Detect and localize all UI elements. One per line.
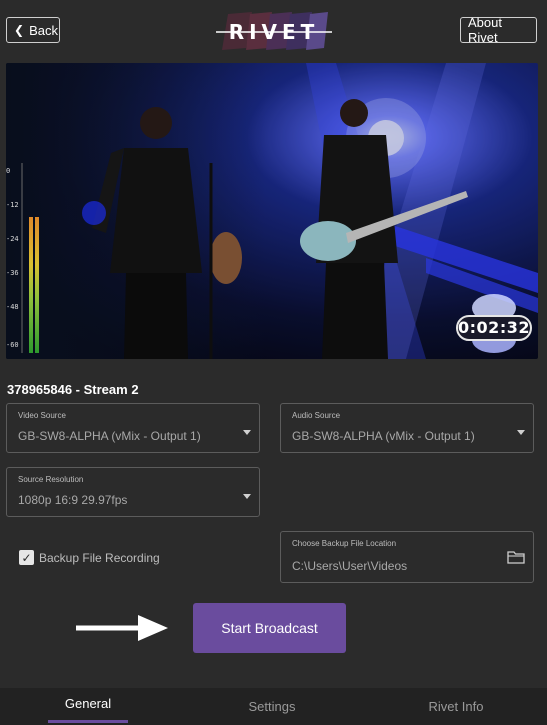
chevron-left-icon: ❮ [14, 23, 25, 37]
source-resolution-value: 1080p 16:9 29.97fps [18, 493, 128, 507]
audio-source-select[interactable]: Audio Source GB-SW8-ALPHA (vMix - Output… [280, 403, 534, 453]
back-button-label: Back [29, 22, 58, 38]
video-source-label: Video Source [18, 411, 66, 420]
caret-down-icon [243, 494, 251, 499]
backup-location-value: C:\Users\User\Videos [292, 559, 408, 573]
source-resolution-label: Source Resolution [18, 475, 84, 484]
tab-settings[interactable]: Settings [232, 688, 312, 725]
video-source-select[interactable]: Video Source GB-SW8-ALPHA (vMix - Output… [6, 403, 260, 453]
tab-general[interactable]: General [48, 685, 128, 722]
backup-recording-checkbox-row[interactable]: ✓ Backup File Recording [19, 550, 160, 565]
about-rivet-label: About Rivet [468, 15, 502, 45]
video-preview: 0 -12 -24 -36 -48 -60 0:02:32 [6, 63, 538, 359]
tab-rivet-info[interactable]: Rivet Info [416, 688, 496, 725]
audio-source-value: GB-SW8-ALPHA (vMix - Output 1) [292, 429, 475, 443]
active-tab-indicator [48, 720, 128, 723]
about-rivet-button[interactable]: About Rivet [460, 15, 537, 45]
top-bar: ❮ Back RIVET About Rivet [0, 0, 547, 60]
backup-location-field[interactable]: Choose Backup File Location C:\Users\Use… [280, 531, 534, 583]
caret-down-icon [243, 430, 251, 435]
meter-bars [21, 163, 39, 353]
start-broadcast-button[interactable]: Start Broadcast [193, 603, 346, 653]
video-source-value: GB-SW8-ALPHA (vMix - Output 1) [18, 429, 201, 443]
rivet-logo: RIVET [216, 12, 332, 50]
audio-source-label: Audio Source [292, 411, 341, 420]
arrow-right-icon [76, 615, 168, 641]
broadcast-timer: 0:02:32 [454, 292, 534, 356]
caret-down-icon [517, 430, 525, 435]
stream-title: 378965846 - Stream 2 [7, 382, 139, 397]
backup-recording-checkbox[interactable]: ✓ [19, 550, 34, 565]
timer-text: 0:02:32 [458, 318, 530, 337]
source-resolution-select[interactable]: Source Resolution 1080p 16:9 29.97fps [6, 467, 260, 517]
folder-icon[interactable] [507, 550, 525, 564]
back-button[interactable]: ❮ Back [6, 17, 60, 43]
backup-location-label: Choose Backup File Location [292, 539, 397, 548]
audio-level-meter: 0 -12 -24 -36 -48 -60 [6, 163, 42, 353]
bottom-tab-bar: General Settings Rivet Info [0, 688, 547, 725]
backup-recording-label: Backup File Recording [39, 550, 160, 565]
svg-text:RIVET: RIVET [229, 20, 320, 44]
